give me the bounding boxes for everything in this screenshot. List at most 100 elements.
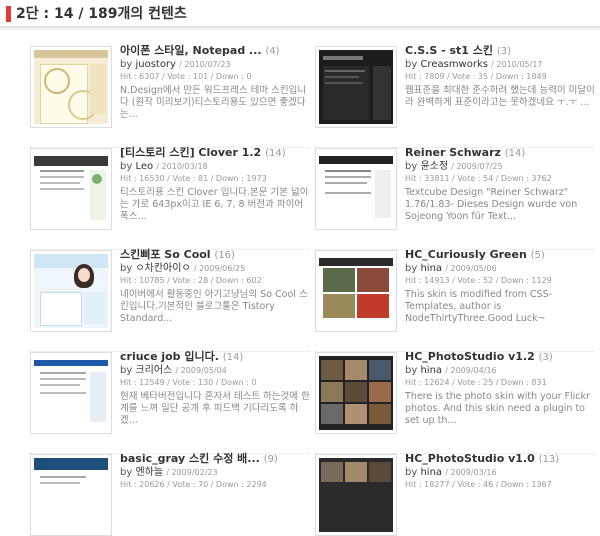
- skin-thumbnail[interactable]: [30, 352, 112, 434]
- skin-card: [티스토리 스킨] Clover 1.2 (14) by Leo / 2010/…: [30, 142, 310, 250]
- skin-title[interactable]: 아이폰 스타일, Notepad ...: [120, 44, 262, 57]
- skin-description: 네이버에서 활동중인 아기고냥님의 So Cool 스킨입니다.기본적인 블로그…: [120, 289, 308, 324]
- skin-description: Textcube Design "Reiner Schwarz" 1.76/1.…: [405, 187, 578, 222]
- comment-count: (4): [265, 46, 280, 57]
- by-label: by: [120, 467, 136, 478]
- comment-count: (14): [504, 148, 526, 159]
- skin-thumbnail[interactable]: [30, 454, 112, 536]
- by-label: by: [120, 59, 136, 70]
- comment-count: (5): [530, 250, 545, 261]
- skin-description: There is the photo skin with your Flickr…: [405, 391, 590, 426]
- skin-title-link[interactable]: HC_Curiously Green (5): [405, 248, 595, 262]
- skin-stats: Hit : 7809 / Vote : 35 / Down : 1849: [405, 72, 547, 81]
- skin-title[interactable]: basic_gray 스킨 수정 배...: [120, 452, 260, 465]
- post-date: / 2010/05/17: [491, 60, 543, 69]
- author-link[interactable]: hina: [420, 365, 442, 376]
- skin-description: This skin is modified from CSS-Templates…: [405, 289, 553, 324]
- skin-title[interactable]: [티스토리 스킨] Clover 1.2: [120, 146, 261, 159]
- skin-title-link[interactable]: 스킨삐포 So Cool (16): [120, 248, 310, 262]
- skin-stats: Hit : 16530 / Vote : 81 / Down : 1973: [120, 174, 267, 183]
- skin-description: 현재 베타버전입니다 혼자서 테스트 하는것에 한계를 느껴 일단 공개 후 피…: [120, 391, 310, 426]
- skin-thumbnail[interactable]: [315, 352, 397, 434]
- skin-thumbnail[interactable]: [30, 148, 112, 230]
- by-label: by: [405, 365, 421, 376]
- comment-count: (16): [214, 250, 235, 261]
- skin-title[interactable]: C.S.S - st1 스킨: [405, 44, 493, 57]
- skin-description: N.Design에서 만든 워드프레스 테마 스킨입니다 (원작 미리보기)티스…: [120, 85, 307, 120]
- author-link[interactable]: ㅇ차칸아이ㅇ: [135, 263, 190, 274]
- author-link[interactable]: hina: [420, 263, 442, 274]
- skin-title-link[interactable]: 아이폰 스타일, Notepad ... (4): [120, 44, 310, 58]
- skin-title-link[interactable]: criuce job 입니다. (14): [120, 350, 310, 364]
- skin-title[interactable]: Reiner Schwarz: [405, 146, 501, 159]
- section-title: 2단 : 14 / 189개의 컨텐츠: [16, 6, 187, 22]
- comment-count: (14): [265, 148, 286, 159]
- comment-count: (14): [222, 352, 244, 363]
- skin-title-link[interactable]: Reiner Schwarz (14): [405, 146, 595, 160]
- post-date: / 2009/02/23: [166, 468, 218, 477]
- skin-title-link[interactable]: C.S.S - st1 스킨 (3): [405, 44, 595, 58]
- skin-thumbnail[interactable]: [315, 46, 397, 128]
- skin-thumbnail[interactable]: [30, 46, 112, 128]
- skin-card: Reiner Schwarz (14) by 윤소정 / 2009/07/25 …: [315, 142, 595, 250]
- skin-description: 티스토리용 스킨 Clover 입니다.본문 기본 넓이는 가로 643px이고…: [120, 187, 309, 222]
- post-date: / 2009/05/04: [175, 366, 227, 375]
- post-date: / 2009/03/16: [445, 468, 497, 477]
- skin-thumbnail[interactable]: [315, 148, 397, 230]
- skin-title-link[interactable]: HC_PhotoStudio v1.0 (13): [405, 452, 595, 466]
- skin-title-link[interactable]: [티스토리 스킨] Clover 1.2 (14): [120, 146, 310, 160]
- by-label: by: [120, 263, 136, 274]
- skin-title-link[interactable]: HC_PhotoStudio v1.2 (3): [405, 350, 595, 364]
- comment-count: (9): [263, 454, 278, 465]
- comment-count: (3): [496, 46, 512, 57]
- skin-title[interactable]: HC_PhotoStudio v1.0: [405, 452, 535, 465]
- by-label: by: [120, 161, 136, 172]
- skin-stats: Hit : 10785 / Vote : 28 / Down : 602: [120, 276, 262, 285]
- by-label: by: [120, 365, 136, 376]
- skin-title[interactable]: HC_Curiously Green: [405, 248, 527, 261]
- author-link[interactable]: 윤소정: [420, 161, 448, 172]
- skin-description: 웹표준을 최대한 준수하려 했는데 능력이 미달이라 완벽하게 표준이라고는 못…: [405, 85, 595, 108]
- header-rule: [0, 26, 600, 30]
- skin-thumbnail[interactable]: [315, 454, 397, 536]
- post-date: / 2009/06/25: [193, 264, 246, 273]
- author-link[interactable]: juostory: [135, 59, 176, 70]
- skin-title-link[interactable]: basic_gray 스킨 수정 배... (9): [120, 452, 310, 466]
- author-link[interactable]: Creasmworks: [420, 59, 488, 70]
- author-link[interactable]: 엔하늘: [135, 467, 163, 478]
- author-link[interactable]: hina: [420, 467, 442, 478]
- skin-card: HC_Curiously Green (5) by hina / 2009/05…: [315, 244, 595, 352]
- skin-thumbnail[interactable]: [30, 250, 112, 332]
- skin-stats: Hit : 14913 / Vote : 52 / Down : 1129: [405, 276, 552, 285]
- comment-count: (13): [538, 454, 560, 465]
- comment-count: (3): [538, 352, 553, 363]
- by-label: by: [405, 161, 421, 172]
- author-link[interactable]: Leo: [135, 161, 153, 172]
- skin-stats: Hit : 6307 / Vote : 101 / Down : 0: [120, 72, 252, 81]
- skin-thumbnail[interactable]: [315, 250, 397, 332]
- by-label: by: [405, 263, 421, 274]
- by-label: by: [405, 467, 421, 478]
- skin-card: C.S.S - st1 스킨 (3) by Creasmworks / 2010…: [315, 40, 595, 148]
- post-date: / 2010/07/23: [179, 60, 231, 69]
- skin-card: HC_PhotoStudio v1.0 (13) by hina / 2009/…: [315, 448, 595, 536]
- post-date: / 2009/07/25: [451, 162, 503, 171]
- by-label: by: [405, 59, 421, 70]
- skin-card: 아이폰 스타일, Notepad ... (4) by juostory / 2…: [30, 40, 310, 148]
- header-accent-bar: [6, 6, 11, 22]
- skin-title[interactable]: criuce job 입니다.: [120, 350, 219, 363]
- author-link[interactable]: 크리어스: [135, 365, 172, 376]
- skin-stats: Hit : 12549 / Vote : 130 / Down : 0: [120, 378, 257, 387]
- skin-card: HC_PhotoStudio v1.2 (3) by hina / 2009/0…: [315, 346, 595, 454]
- skin-card: criuce job 입니다. (14) by 크리어스 / 2009/05/0…: [30, 346, 310, 454]
- skin-card: 스킨삐포 So Cool (16) by ㅇ차칸아이ㅇ / 2009/06/25…: [30, 244, 310, 352]
- skin-card: basic_gray 스킨 수정 배... (9) by 엔하늘 / 2009/…: [30, 448, 310, 536]
- skin-stats: Hit : 33811 / Vote : 54 / Down : 3762: [405, 174, 552, 183]
- post-date: / 2010/03/18: [156, 162, 208, 171]
- skin-stats: Hit : 20626 / Vote : 70 / Down : 2294: [120, 480, 267, 489]
- skin-title[interactable]: 스킨삐포 So Cool: [120, 248, 211, 261]
- skin-title[interactable]: HC_PhotoStudio v1.2: [405, 350, 535, 363]
- skin-stats: Hit : 18277 / Vote : 46 / Down : 1367: [405, 480, 552, 489]
- post-date: / 2009/04/16: [445, 366, 497, 375]
- section-header: 2단 : 14 / 189개의 컨텐츠: [0, 0, 600, 36]
